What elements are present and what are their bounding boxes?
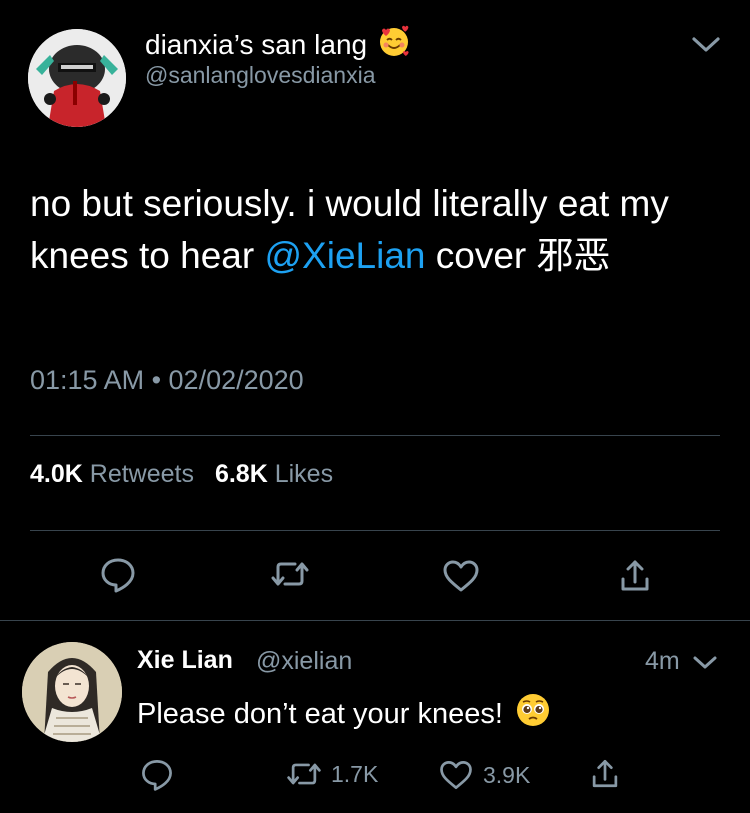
reply-retweet-count: 1.7K — [331, 760, 379, 787]
heart-icon — [440, 760, 472, 790]
author-name[interactable]: dianxia’s san lang — [145, 24, 411, 65]
tweet-text: no but seriously. i would literally eat … — [30, 178, 720, 282]
tweet-timestamp[interactable]: 01:15 AM • 02/02/2020 — [30, 365, 304, 396]
reply-icon — [142, 759, 172, 791]
share-button[interactable] — [614, 555, 656, 597]
likes-count[interactable]: 6.8K — [215, 460, 268, 488]
smiling-face-with-hearts-emoji — [377, 24, 411, 65]
chevron-down-icon[interactable] — [690, 34, 722, 56]
reply-avatar[interactable] — [22, 642, 122, 742]
chevron-down-icon[interactable] — [692, 654, 718, 672]
tweet-text-part: cover 邪恶 — [425, 235, 611, 276]
retweets-label[interactable]: Retweets — [90, 460, 194, 488]
reply-timestamp[interactable]: 4m — [645, 647, 680, 676]
reply-text-content: Please don’t eat your knees! — [137, 697, 503, 730]
reply-text: Please don’t eat your knees! — [137, 692, 551, 736]
reply-author-name[interactable]: Xie Lian — [137, 646, 233, 675]
reply-icon — [101, 558, 135, 593]
like-button[interactable] — [440, 555, 482, 597]
likes-label[interactable]: Likes — [275, 460, 333, 488]
share-icon — [621, 560, 649, 591]
mention-link[interactable]: @XieLian — [264, 235, 425, 276]
reply-share-button[interactable] — [586, 755, 624, 793]
reply-button[interactable] — [97, 553, 139, 595]
reply-reply-button[interactable] — [138, 755, 176, 793]
retweets-count[interactable]: 4.0K — [30, 460, 83, 488]
reply-like-button[interactable]: 3.9K — [437, 756, 530, 794]
reply-retweet-button[interactable]: 1.7K — [285, 755, 378, 793]
reply-author-handle[interactable]: @xielian — [256, 647, 352, 676]
pleading-face-emoji — [515, 692, 551, 736]
divider — [30, 435, 720, 436]
retweet-icon — [287, 763, 321, 785]
divider — [0, 620, 750, 621]
author-name-text: dianxia’s san lang — [145, 28, 368, 60]
author-handle[interactable]: @sanlanglovesdianxia — [145, 62, 376, 89]
retweet-icon — [271, 562, 309, 586]
divider — [30, 530, 720, 531]
tweet-stats: 4.0K Retweets 6.8K Likes — [30, 460, 347, 489]
heart-icon — [443, 560, 479, 592]
reply-like-count: 3.9K — [483, 761, 531, 788]
avatar[interactable] — [28, 29, 126, 127]
share-icon — [592, 759, 618, 788]
retweet-button[interactable] — [269, 553, 311, 595]
